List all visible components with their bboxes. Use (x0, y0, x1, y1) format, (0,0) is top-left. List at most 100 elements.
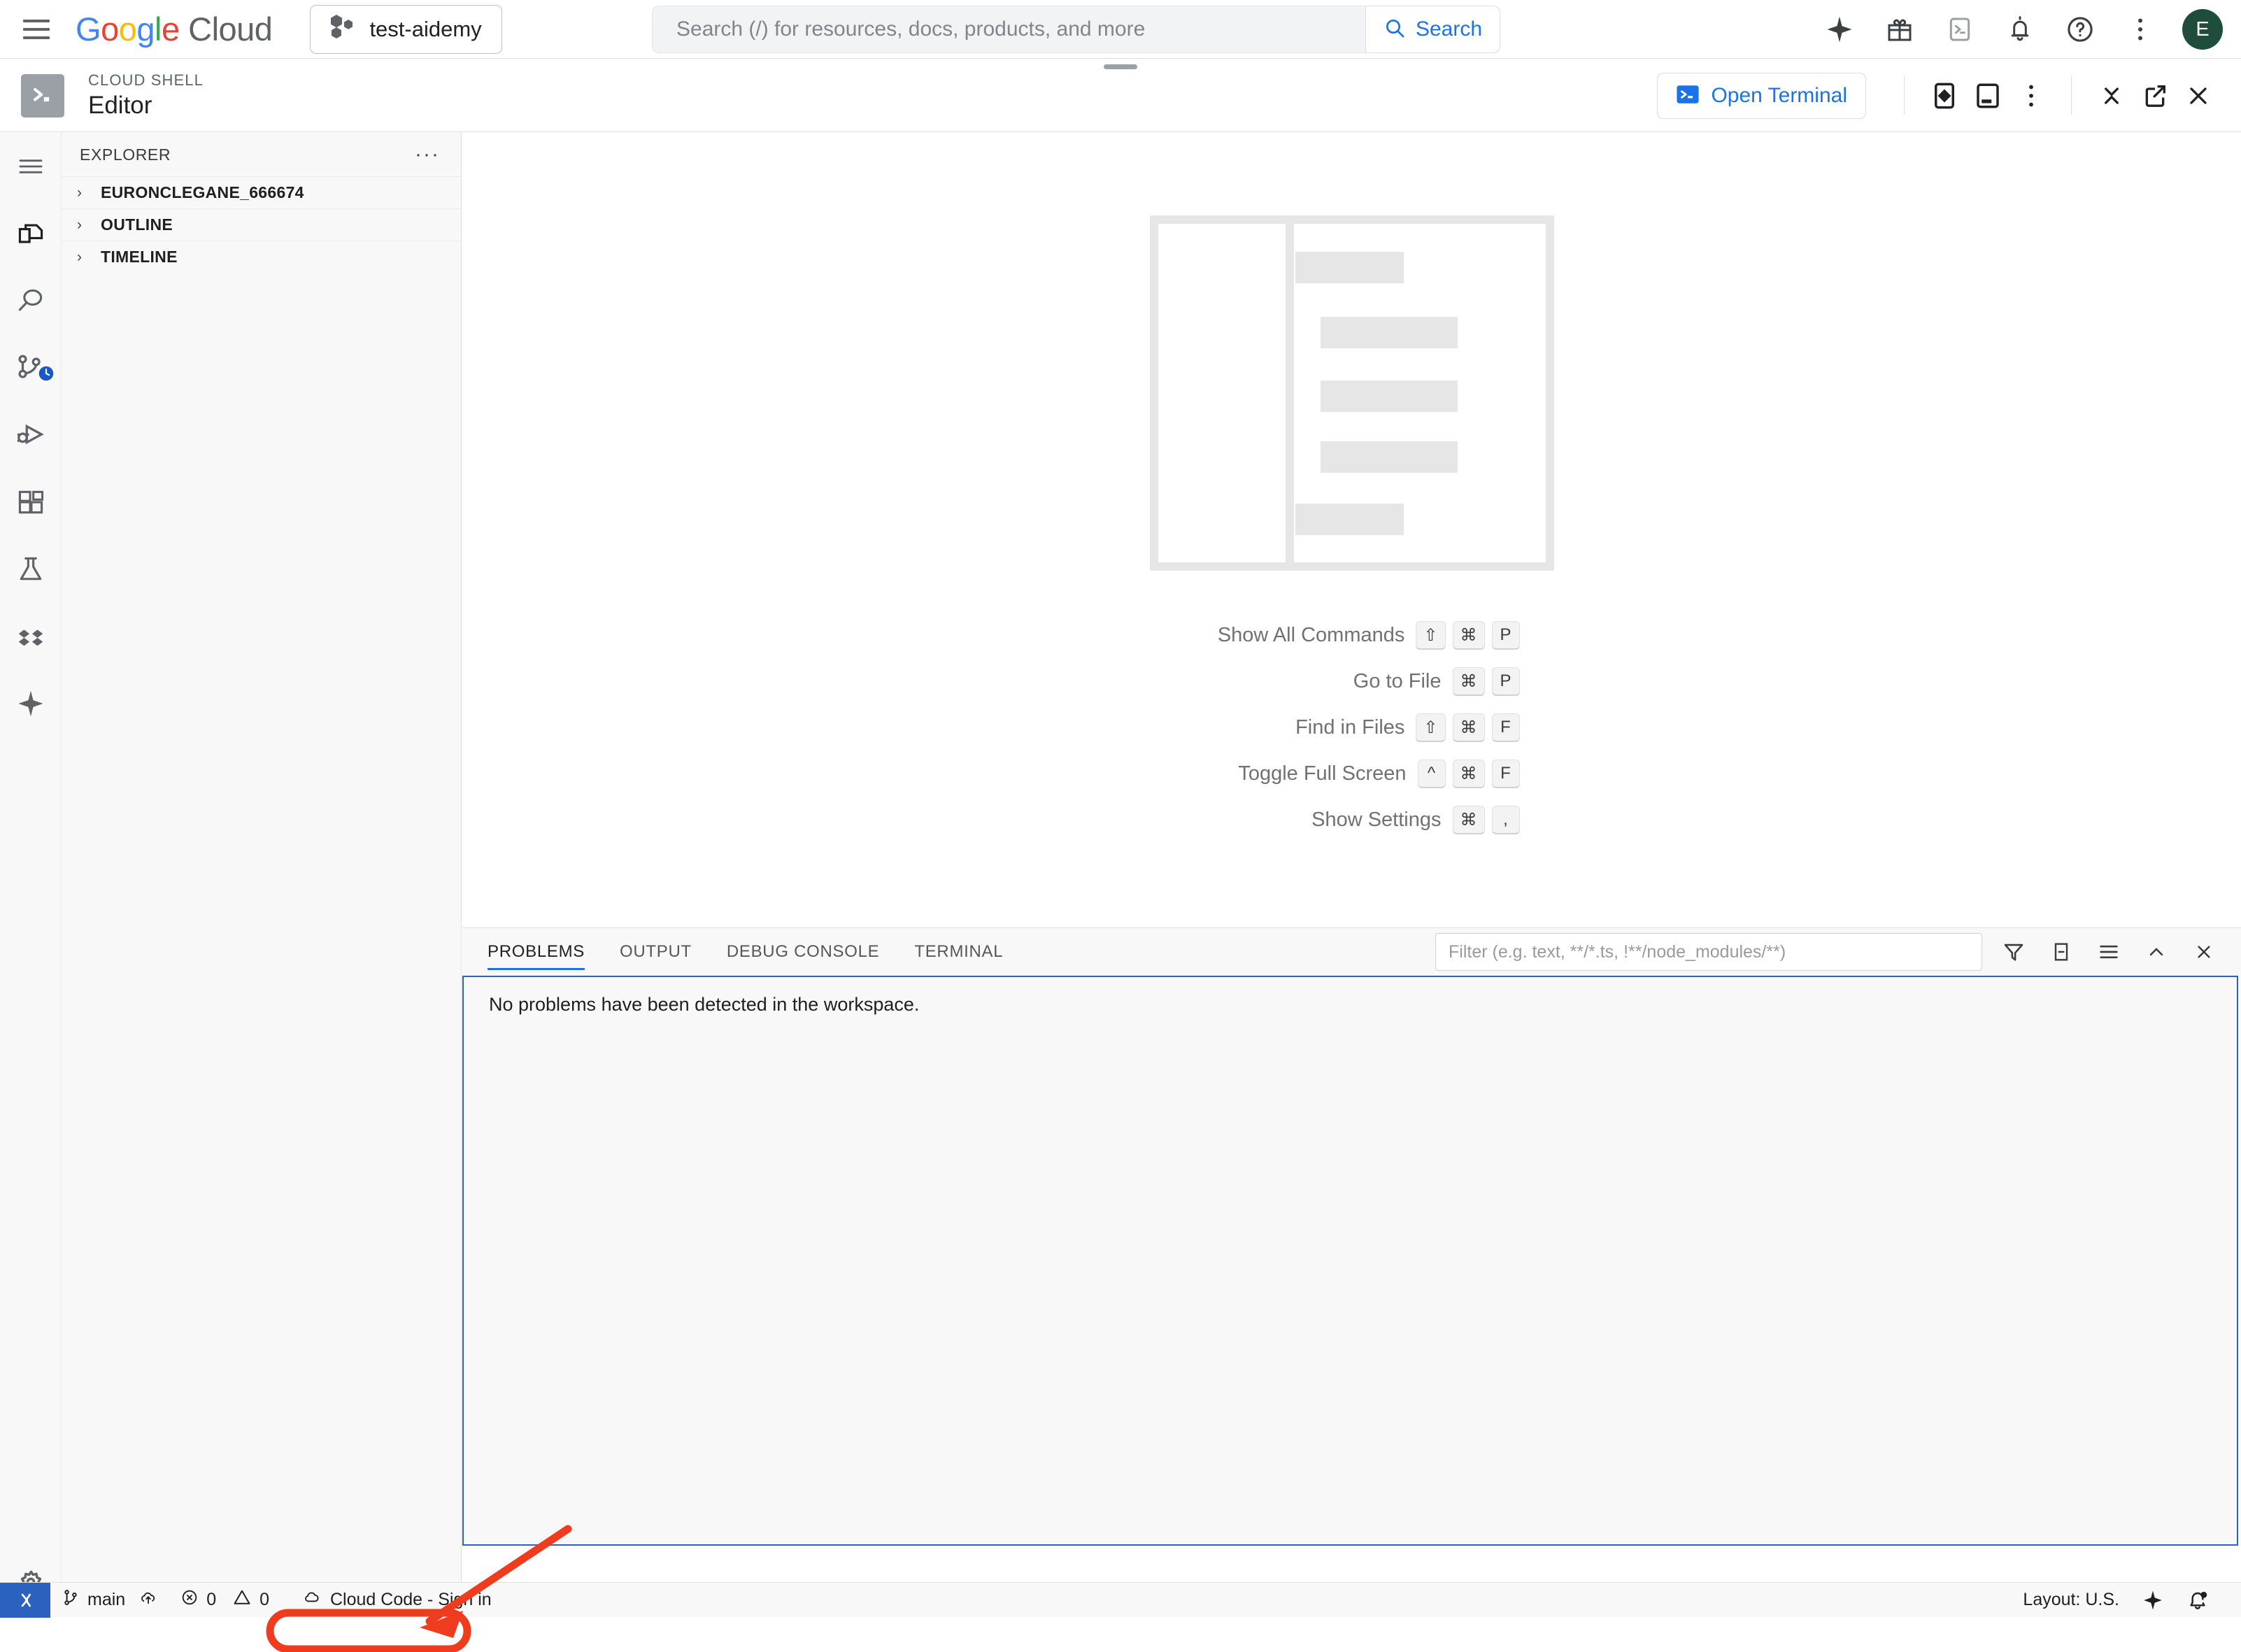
gift-icon[interactable] (1881, 11, 1918, 48)
search-magnifier-icon[interactable] (0, 267, 62, 334)
google-cloud-header: Google Cloud test-aidemy Search (/) for … (0, 0, 2241, 59)
search-input[interactable] (676, 17, 1342, 41)
sidebar-item-euronclegane[interactable]: › EURONCLEGANE_666674 (62, 176, 461, 208)
key-cap: , (1491, 806, 1520, 834)
shortcut-row-go-to-file[interactable]: Go to File ⌘ P (1184, 667, 1520, 695)
tab-problems[interactable]: PROBLEMS (488, 928, 585, 976)
cloud-shell-titles: CLOUD SHELL Editor (88, 71, 204, 119)
sidebar-item-outline[interactable]: › OUTLINE (62, 208, 461, 241)
more-vertical-icon[interactable] (2122, 11, 2158, 48)
key-cap: ⇧ (1416, 621, 1446, 649)
remote-window-icon[interactable] (0, 1582, 50, 1618)
panel-resize-handle[interactable] (1104, 64, 1137, 69)
close-x-icon[interactable] (2188, 936, 2220, 968)
chevron-right-icon: › (77, 248, 82, 265)
open-terminal-button[interactable]: Open Terminal (1657, 73, 1866, 119)
explorer-title: EXPLORER (80, 145, 171, 164)
notifications-bell-dot-icon[interactable] (2175, 1583, 2220, 1618)
shortcut-row-show-all-commands[interactable]: Show All Commands ⇧ ⌘ P (1184, 621, 1520, 649)
gemini-sparkle-icon[interactable] (1821, 11, 1858, 48)
extensions-icon[interactable] (0, 469, 62, 536)
filter-funnel-icon[interactable] (1998, 936, 2030, 968)
shortcut-row-find-in-files[interactable]: Find in Files ⇧ ⌘ F (1184, 713, 1520, 741)
ide-workspace: EXPLORER ··· › EURONCLEGANE_666674 › OUT… (0, 133, 2241, 1618)
skeleton-bar (1320, 441, 1458, 473)
problems-empty-message: No problems have been detected in the wo… (489, 994, 920, 1015)
hamburger-icon[interactable] (18, 11, 55, 48)
chevron-right-icon: › (77, 184, 82, 201)
minimize-chevrons-icon[interactable] (2090, 74, 2133, 118)
terminal-prompt-icon (1676, 83, 1700, 110)
logo-letter-o2: o (118, 10, 137, 48)
page-title: Editor (88, 91, 152, 119)
error-circle-icon (180, 1588, 199, 1611)
chevron-up-icon[interactable] (2140, 936, 2172, 968)
source-control-icon[interactable] (0, 334, 62, 401)
shortcut-keys: ⇧ ⌘ F (1416, 713, 1520, 741)
search-input-container[interactable] (652, 6, 1365, 53)
shortcut-label: Find in Files (1295, 715, 1405, 739)
cloud-code-icon (301, 1588, 322, 1611)
gemini-sparkle-icon[interactable] (0, 670, 62, 737)
status-problems[interactable]: 0 0 (169, 1583, 280, 1618)
cloud-shell-icon[interactable] (1942, 11, 1978, 48)
run-and-debug-icon[interactable] (0, 401, 62, 469)
logo-letter-g2: g (136, 10, 155, 48)
editor-skeleton-graphic (1149, 215, 1554, 571)
new-editor-window-icon[interactable] (1966, 74, 2009, 118)
search-button[interactable]: Search (1365, 6, 1500, 53)
project-name: test-aidemy (369, 16, 482, 41)
notifications-bell-icon[interactable] (2002, 11, 2038, 48)
help-question-icon[interactable] (2062, 11, 2098, 48)
shortcut-row-toggle-full-screen[interactable]: Toggle Full Screen ^ ⌘ F (1184, 760, 1520, 788)
key-cap: ⌘ (1452, 713, 1485, 741)
key-cap: ⌘ (1452, 806, 1485, 834)
cloud-shell-header: CLOUD SHELL Editor Open Terminal (0, 59, 2241, 132)
error-count: 0 (206, 1590, 217, 1609)
logo-letter-e: e (161, 10, 180, 48)
status-cloud-code-sign-in[interactable]: Cloud Code - Sign in (290, 1583, 503, 1618)
problems-filter-input[interactable] (1449, 941, 1969, 962)
welcome-placeholder: Show All Commands ⇧ ⌘ P Go to File ⌘ P F… (462, 133, 2241, 927)
sidebar-item-timeline[interactable]: › TIMELINE (62, 241, 461, 273)
sidebar-item-label: OUTLINE (101, 215, 173, 234)
preview-on-web-icon[interactable] (1923, 74, 1966, 118)
panel-tab-bar: PROBLEMS OUTPUT DEBUG CONSOLE TERMINAL (462, 928, 2241, 976)
status-bar-right: Layout: U.S. (2012, 1583, 2241, 1618)
cloud-code-icon[interactable] (0, 603, 62, 670)
shortcut-row-show-settings[interactable]: Show Settings ⌘ , (1184, 806, 1520, 834)
close-x-icon[interactable] (2177, 74, 2220, 118)
explorer-files-icon[interactable] (0, 200, 62, 267)
sidebar-item-label: EURONCLEGANE_666674 (101, 183, 304, 201)
cloud-shell-actions: Open Terminal (1657, 59, 2220, 132)
menu-lines-icon[interactable] (0, 133, 62, 200)
collapse-all-icon[interactable] (2045, 936, 2077, 968)
logo-letter-l: l (154, 10, 162, 48)
tab-debug-console[interactable]: DEBUG CONSOLE (727, 928, 879, 976)
key-cap: ⌘ (1452, 667, 1485, 695)
view-as-table-icon[interactable] (2093, 936, 2125, 968)
testing-flask-icon[interactable] (0, 536, 62, 603)
shortcut-label: Show All Commands (1217, 623, 1405, 646)
google-cloud-logo[interactable]: Google Cloud (76, 10, 273, 48)
explorer-sidebar: EXPLORER ··· › EURONCLEGANE_666674 › OUT… (62, 133, 462, 1617)
avatar[interactable]: E (2182, 9, 2223, 50)
explorer-more-actions-icon[interactable]: ··· (415, 144, 440, 165)
search-button-label: Search (1415, 17, 1483, 41)
editor-area: Show All Commands ⇧ ⌘ P Go to File ⌘ P F… (462, 133, 2241, 927)
open-new-window-icon[interactable] (2133, 74, 2177, 118)
tab-terminal[interactable]: TERMINAL (914, 928, 1003, 976)
gemini-sparkle-icon[interactable] (2130, 1583, 2175, 1618)
shortcut-keys: ⌘ P (1452, 667, 1520, 695)
key-cap: ^ (1417, 760, 1446, 788)
logo-letter-o1: o (101, 10, 119, 48)
key-cap: F (1491, 760, 1520, 788)
tab-output[interactable]: OUTPUT (620, 928, 692, 976)
project-selector-chip[interactable]: test-aidemy (310, 4, 502, 54)
skeleton-bar (1295, 504, 1404, 535)
more-vertical-icon[interactable] (2009, 74, 2053, 118)
problems-filter-container[interactable] (1435, 933, 1982, 971)
status-branch[interactable]: main (50, 1583, 169, 1618)
sync-cloud-up-icon[interactable] (138, 1588, 158, 1611)
status-keyboard-layout[interactable]: Layout: U.S. (2012, 1583, 2130, 1618)
